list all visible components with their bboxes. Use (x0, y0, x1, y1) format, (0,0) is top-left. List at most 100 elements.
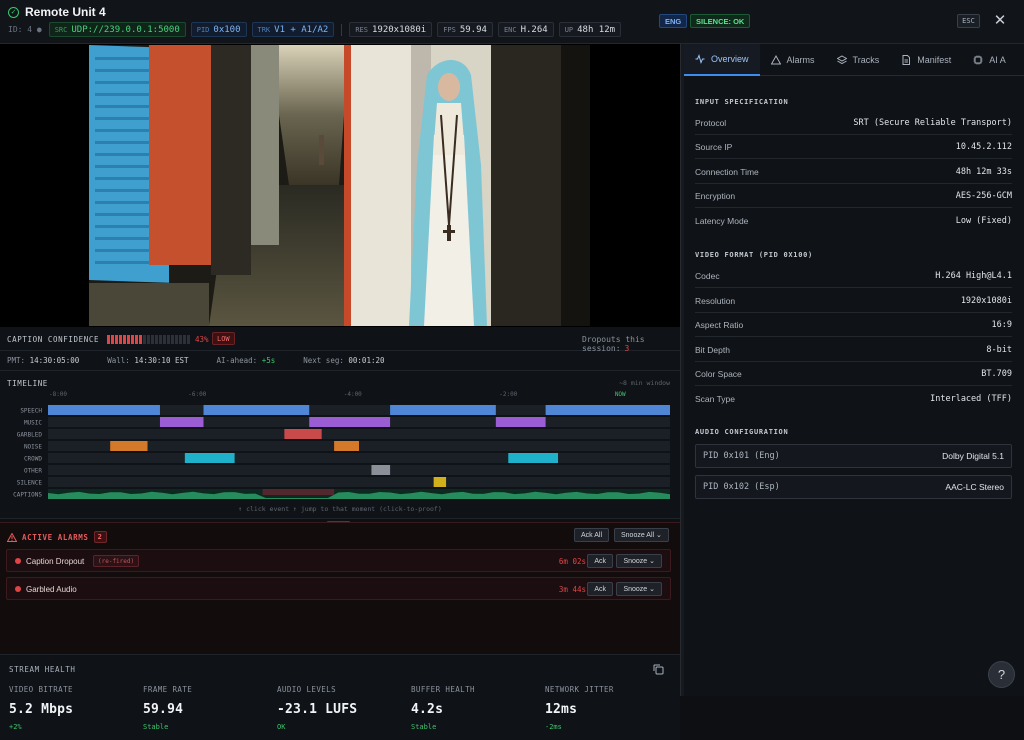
esc-key-hint[interactable]: ESC (957, 14, 980, 28)
timeline-track-label: SILENCE (17, 480, 43, 487)
caption-confidence-percent: 43% (195, 335, 209, 344)
header-bar: ✓ Remote Unit 4 ID: 4 ● SRC UDP://239.0.0… (0, 0, 1024, 44)
copy-icon[interactable] (653, 664, 664, 675)
alarm-snooze-button[interactable]: Snooze ⌄ (616, 554, 662, 568)
timeline-tick-label: -2:00 (499, 391, 517, 398)
timeline-track-label: MUSIC (24, 420, 42, 427)
timeline-tick-label: -6:00 (188, 391, 206, 398)
confidence-segment (131, 335, 134, 344)
alarm-refired-tag: (re-fired) (93, 555, 140, 567)
timeline-event-crowd (508, 453, 559, 463)
input-spec-title: INPUT SPECIFICATION (695, 98, 789, 106)
timeline-tick-label: -4:00 (344, 391, 362, 398)
alarm-row-caption-dropout[interactable]: Caption Dropout (re-fired) 6m 02s Ack Sn… (6, 549, 671, 572)
silence-status-badge: SILENCE: OK (690, 14, 751, 28)
alarm-age: 6m 02s (558, 557, 586, 566)
details-pane: Overview Alarms Tracks Manifest AI A INP… (684, 44, 1024, 696)
confidence-segment (119, 335, 122, 344)
spec-row-protocol: Protocol SRT (Secure Reliable Transport) (695, 111, 1012, 135)
language-badge[interactable]: ENG (659, 14, 688, 28)
unit-id: ID: 4 ● (8, 25, 42, 34)
timeline-track-label: GARBLED (17, 432, 43, 439)
timeline-track-lane (48, 453, 670, 463)
details-tabs: Overview Alarms Tracks Manifest AI A (684, 44, 1024, 76)
chip-divider (341, 23, 343, 36)
tab-ai[interactable]: AI A (962, 44, 1017, 76)
active-alarms-panel: ACTIVE ALARMS 2 Ack All Snooze All ⌄ Cap… (0, 522, 680, 654)
timeline-panel: TIMELINE ~8 min window -8:00 -6:00 -4:00 -2… (0, 371, 680, 519)
chip-res: RES 1920x1080i (349, 22, 433, 37)
timeline-track-lane (48, 429, 670, 439)
spec-row-connection-time: Connection Time 48h 12m 33s (695, 160, 1012, 184)
tab-overview[interactable]: Overview (684, 44, 760, 76)
timeline-chart[interactable]: -8:00 -6:00 -4:00 -2:00 NOW SPEECH MUSIC GARBLE… (0, 371, 680, 519)
timeline-event-other (371, 465, 391, 475)
title-row: ✓ Remote Unit 4 (8, 5, 106, 19)
captions-dropout-marker (262, 489, 335, 495)
tab-alarms[interactable]: Alarms (760, 44, 826, 76)
timeline-event-silence (433, 477, 447, 487)
caption-confidence-label: CAPTION CONFIDENCE (7, 335, 100, 344)
timeline-track-label: SPEECH (20, 408, 42, 415)
timeline-event-crowd (184, 453, 235, 463)
audio-pid-esp[interactable]: PID 0x102 (Esp) AAC-LC Stereo (695, 475, 1012, 499)
confidence-segment (139, 335, 142, 344)
confidence-segment (163, 335, 166, 344)
alarm-age: 3m 44s (558, 585, 586, 594)
confidence-segment (143, 335, 146, 344)
alarm-severity-dot (15, 586, 21, 592)
timeline-event-noise (334, 441, 359, 451)
chip-pid: PID 0x100 (190, 22, 247, 37)
close-icon[interactable]: ✕ (991, 11, 1009, 29)
metric-buffer-health: BUFFER HEALTH 4.2s Stable (411, 685, 475, 731)
format-row-scan-type: Scan Type Interlaced (TFF) (695, 394, 1012, 404)
tab-manifest[interactable]: Manifest (890, 44, 962, 76)
alarm-ack-button[interactable]: Ack (587, 554, 613, 568)
confidence-segment (151, 335, 154, 344)
confidence-segment (111, 335, 114, 344)
format-row-bit-depth: Bit Depth 8-bit (695, 338, 1012, 362)
timeline-track-label: OTHER (24, 468, 42, 475)
confidence-segment (167, 335, 170, 344)
chip-trk: TRK V1 + A1/A2 (251, 22, 335, 37)
video-player[interactable] (0, 44, 680, 327)
spec-row-encryption: Encryption AES-256-GCM (695, 184, 1012, 208)
confidence-segment (127, 335, 130, 344)
chip-fps: FPS 59.94 (437, 22, 493, 37)
alarm-row-garbled-audio[interactable]: Garbled Audio 3m 44s Ack Snooze ⌄ (6, 577, 671, 600)
help-button[interactable]: ? (988, 661, 1015, 688)
source-badges: ID: 4 ● SRC UDP://239.0.0.1:5000 PID 0x100… (8, 22, 622, 37)
timeline-event-speech (390, 405, 496, 415)
timing-readout: PMT: 14:30:05:00 Wall: 14:30:10 EST AI-a… (0, 351, 680, 371)
audio-pid-eng[interactable]: PID 0x101 (Eng) Dolby Digital 5.1 (695, 444, 1012, 468)
alarm-ack-button[interactable]: Ack (587, 582, 613, 596)
metric-audio-levels: AUDIO LEVELS -23.1 LUFS OK (277, 685, 358, 731)
monitor-pane: CAPTION CONFIDENCE 43% LOW Dropouts this… (0, 44, 680, 740)
chip-enc: ENC H.264 (497, 22, 554, 37)
stream-health-title: STREAM HEALTH (9, 665, 76, 674)
confidence-segment (123, 335, 126, 344)
confidence-segment (179, 335, 182, 344)
format-row-codec: Codec H.264 High@L4.1 (695, 264, 1012, 288)
audio-config-title: AUDIO CONFIGURATION (695, 428, 789, 436)
ack-all-button[interactable]: Ack All (574, 528, 610, 542)
caption-confidence-level-badge: LOW (212, 332, 235, 345)
video-format-title: VIDEO FORMAT (PID 0X100) (695, 251, 813, 259)
confidence-segment (183, 335, 186, 344)
format-row-aspect-ratio: Aspect Ratio 16:9 (695, 313, 1012, 337)
snooze-all-button[interactable]: Snooze All ⌄ (614, 528, 669, 542)
metric-frame-rate: FRAME RATE 59.94 Stable (143, 685, 193, 731)
timeline-event-music (495, 417, 546, 427)
confidence-segment (155, 335, 158, 344)
pmt-readout: PMT: 14:30:05:00 (7, 356, 80, 365)
document-icon (902, 55, 911, 65)
confidence-segment (115, 335, 118, 344)
alarm-snooze-button[interactable]: Snooze ⌄ (616, 582, 662, 596)
timeline-event-speech (203, 405, 310, 415)
active-alarms-count: 2 (93, 531, 107, 543)
timeline-tick-label: NOW (615, 391, 626, 398)
active-alarms-title: ACTIVE ALARMS (22, 532, 89, 542)
tab-tracks[interactable]: Tracks (826, 44, 891, 76)
layers-icon (836, 55, 847, 65)
alarm-name: Garbled Audio (26, 585, 77, 594)
